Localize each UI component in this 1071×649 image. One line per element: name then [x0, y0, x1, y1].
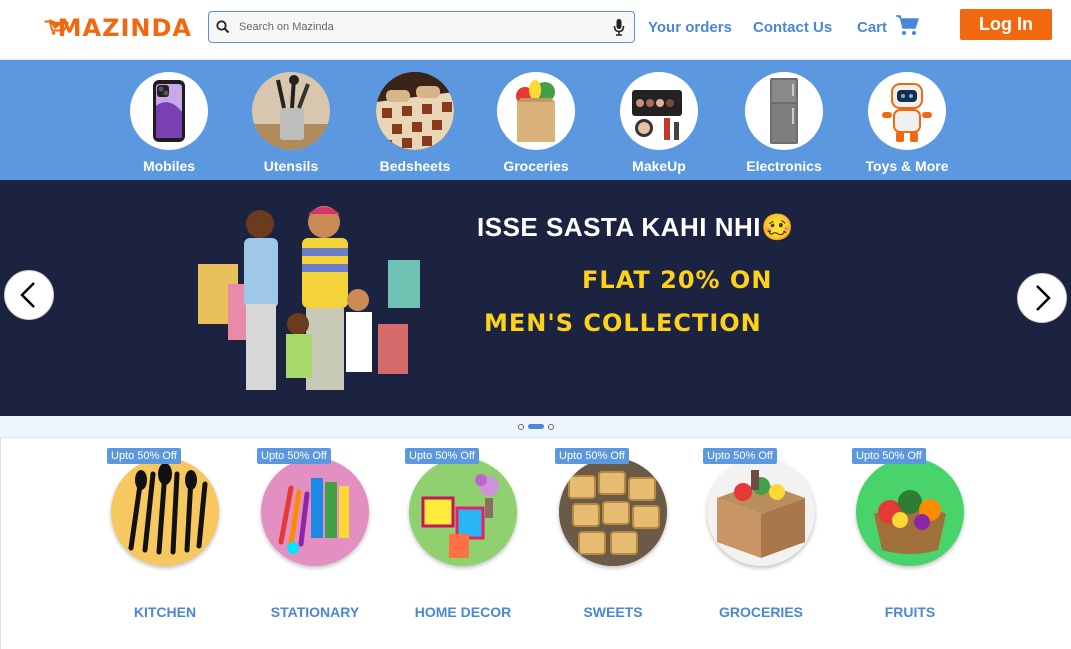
category-label: Mobiles — [142, 158, 196, 174]
banner-headline-text: ISSE SASTA KAHI NHI — [477, 212, 761, 242]
sweets-image — [559, 458, 667, 566]
offer-groceries[interactable]: Upto 50% Off GROCERIES — [691, 448, 831, 620]
category-toys[interactable]: Toys & More — [852, 72, 962, 174]
family-shopping-image — [198, 206, 420, 390]
offer-sweets[interactable]: Upto 50% Off SWEETS — [543, 448, 683, 620]
robot-toy-icon — [868, 72, 946, 150]
category-groceries[interactable]: Groceries — [481, 72, 591, 174]
fridge-icon — [745, 72, 823, 150]
carousel-next-button[interactable] — [1017, 273, 1067, 323]
category-label: Toys & More — [865, 158, 949, 174]
search-icon[interactable] — [209, 12, 237, 42]
carousel-dot-3[interactable] — [547, 423, 554, 430]
discount-badge: Upto 50% Off — [107, 448, 181, 464]
logo-text: MAZINDA — [57, 14, 192, 42]
logo[interactable]: MAZINDA — [42, 10, 192, 42]
offer-label: KITCHEN — [133, 604, 197, 620]
category-label: Utensils — [263, 158, 319, 174]
banner-offer-line-1: FLAT 20% ON — [582, 266, 773, 294]
kitchen-tools-image — [111, 458, 219, 566]
stationery-image — [261, 458, 369, 566]
utensils-icon — [252, 72, 330, 150]
category-bedsheets[interactable]: Bedsheets — [360, 72, 470, 174]
top-header: MAZINDA Your orders Contact Us Cart Log … — [0, 0, 1071, 60]
category-label: Electronics — [746, 158, 822, 174]
offer-categories: Upto 50% Off KITCHEN Upto 50% Off STATIO… — [0, 438, 1071, 649]
your-orders-link[interactable]: Your orders — [648, 19, 732, 36]
fruits-basket-image — [856, 458, 964, 566]
discount-badge: Upto 50% Off — [852, 448, 926, 464]
category-mobiles[interactable]: Mobiles — [114, 72, 224, 174]
category-electronics[interactable]: Electronics — [729, 72, 839, 174]
login-button[interactable]: Log In — [960, 9, 1052, 40]
offer-label: FRUITS — [884, 604, 936, 620]
category-label: MakeUp — [632, 158, 686, 174]
discount-badge: Upto 50% Off — [405, 448, 479, 464]
banner-offer-line-2: MEN'S COLLECTION — [484, 309, 762, 337]
offer-kitchen[interactable]: Upto 50% Off KITCHEN — [95, 448, 235, 620]
home-decor-image — [409, 458, 517, 566]
search-bar — [208, 11, 635, 43]
hero-banner-carousel[interactable]: ISSE SASTA KAHI NHI🥴 FLAT 20% ON MEN'S C… — [0, 180, 1071, 416]
category-makeup[interactable]: MakeUp — [604, 72, 714, 174]
offer-label: HOME DECOR — [414, 604, 512, 620]
grocery-bag-icon — [497, 72, 575, 150]
offer-label: GROCERIES — [718, 604, 803, 620]
banner-headline: ISSE SASTA KAHI NHI🥴 — [477, 212, 794, 243]
category-utensils[interactable]: Utensils — [236, 72, 346, 174]
carousel-dot-1[interactable] — [517, 423, 524, 430]
carousel-dot-2[interactable] — [527, 424, 544, 429]
chevron-right-icon — [1036, 285, 1051, 311]
discount-badge: Upto 50% Off — [555, 448, 629, 464]
woozy-face-icon: 🥴 — [760, 212, 794, 242]
offer-label: STATIONARY — [270, 604, 360, 620]
contact-us-link[interactable]: Contact Us — [753, 19, 832, 36]
offer-stationary[interactable]: Upto 50% Off STATIONARY — [245, 448, 385, 620]
microphone-icon[interactable] — [604, 12, 634, 42]
cart-link[interactable]: Cart — [857, 14, 919, 36]
shopping-cart-icon — [896, 15, 919, 35]
offer-label: SWEETS — [583, 604, 643, 620]
category-label: Groceries — [503, 158, 569, 174]
carousel-indicators — [0, 416, 1071, 438]
category-strip: Mobiles Utensils Bedsheets Groceries Mak… — [0, 60, 1071, 180]
offer-fruits[interactable]: Upto 50% Off FRUITS — [840, 448, 980, 620]
groceries-box-image — [707, 458, 815, 566]
search-input[interactable] — [237, 13, 604, 41]
category-label: Bedsheets — [379, 158, 451, 174]
discount-badge: Upto 50% Off — [257, 448, 331, 464]
chevron-left-icon — [20, 282, 35, 308]
phone-icon — [130, 72, 208, 150]
offer-home-decor[interactable]: Upto 50% Off HOME DECOR — [393, 448, 533, 620]
bedsheet-icon — [376, 72, 454, 150]
discount-badge: Upto 50% Off — [703, 448, 777, 464]
cart-label: Cart — [857, 18, 888, 36]
makeup-icon — [620, 72, 698, 150]
carousel-prev-button[interactable] — [4, 270, 54, 320]
